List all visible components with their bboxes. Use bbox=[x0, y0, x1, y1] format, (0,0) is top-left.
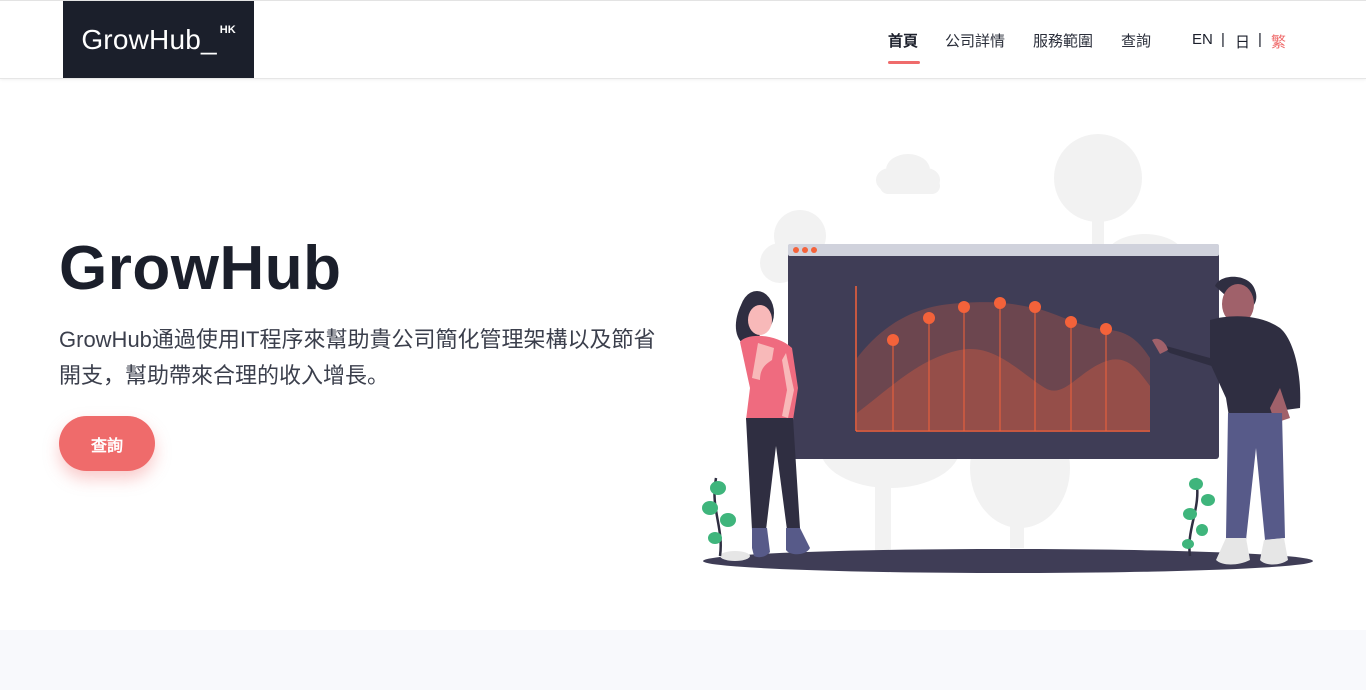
hero-title: GrowHub bbox=[59, 234, 342, 303]
lang-en[interactable]: EN bbox=[1192, 31, 1213, 48]
active-nav-indicator bbox=[888, 61, 920, 64]
nav-item-company[interactable]: 公司詳情 bbox=[945, 30, 1005, 51]
lang-separator: | bbox=[1258, 31, 1262, 48]
lang-jp[interactable]: 日 bbox=[1235, 31, 1250, 52]
nav-item-home[interactable]: 首頁 bbox=[888, 30, 918, 51]
hero-description: GrowHub通過使用IT程序來幫助貴公司簡化管理架構以及節省開支，幫助帶來合理… bbox=[59, 327, 656, 388]
plant-icon bbox=[702, 477, 736, 557]
lang-zh-hant[interactable]: 繁 bbox=[1271, 31, 1286, 52]
presentation-screen-illustration bbox=[702, 134, 1313, 573]
nav-item-enquiry[interactable]: 查詢 bbox=[1121, 30, 1151, 51]
lang-separator: | bbox=[1221, 31, 1225, 48]
plant-icon bbox=[1182, 477, 1215, 557]
main-nav: 首頁 公司詳情 服務範圍 查詢 EN | 日 | 繁 bbox=[0, 0, 1366, 79]
enquiry-button[interactable]: 查詢 bbox=[59, 416, 155, 471]
nav-item-services[interactable]: 服務範圍 bbox=[1033, 30, 1093, 51]
next-section-band bbox=[0, 630, 1366, 690]
